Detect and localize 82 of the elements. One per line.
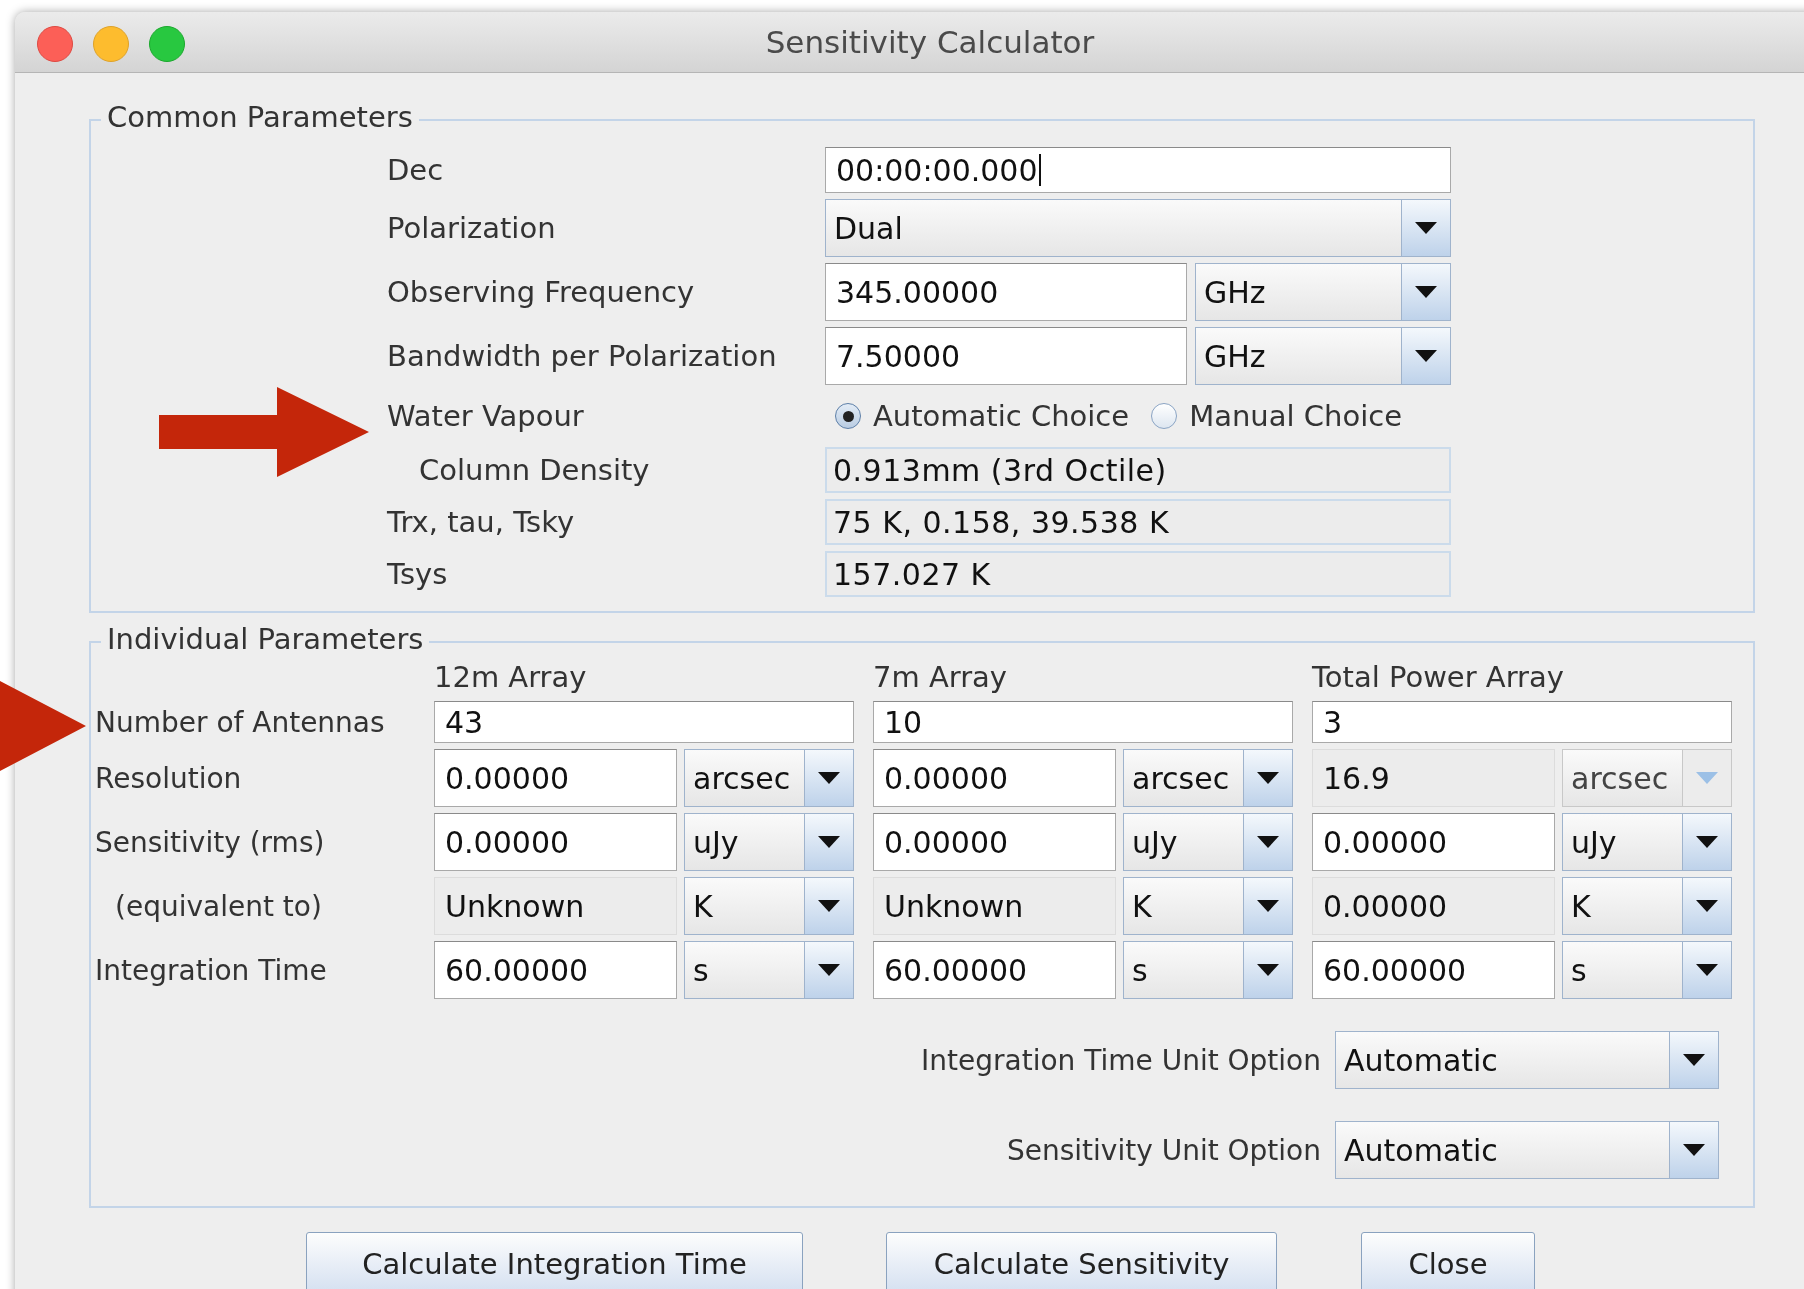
field-label: Tsys: [387, 557, 449, 591]
dropdown[interactable]: Dual: [825, 199, 1451, 257]
close-button[interactable]: [37, 26, 73, 62]
field-label: Dec: [387, 153, 445, 187]
caret-icon: [1257, 836, 1279, 848]
text-field[interactable]: 0.00000: [1312, 813, 1555, 871]
field-label: Bandwidth per Polarization: [387, 339, 778, 373]
action-button[interactable]: Calculate Sensitivity: [886, 1232, 1277, 1289]
readout-field: 0.00000: [1312, 877, 1555, 935]
zoom-button[interactable]: [149, 26, 185, 62]
caret-icon: [1683, 1054, 1705, 1066]
field-label: (equivalent to): [114, 889, 323, 923]
dropdown[interactable]: K: [684, 877, 854, 935]
field-label: Trx, tau, Tsky: [387, 505, 576, 539]
dropdown[interactable]: K: [1562, 877, 1732, 935]
radio-button[interactable]: Manual Choice: [1151, 399, 1402, 433]
dropdown[interactable]: uJy: [1562, 813, 1732, 871]
readout-field: 0.913mm (3rd Octile): [825, 447, 1451, 493]
text-field[interactable]: 0.00000: [434, 813, 677, 871]
action-button[interactable]: Close: [1361, 1232, 1535, 1289]
text-field[interactable]: 0.00000: [873, 749, 1116, 807]
dropdown[interactable]: s: [684, 941, 854, 999]
caret-icon: [1415, 286, 1437, 298]
caret-icon: [818, 772, 840, 784]
dropdown[interactable]: arcsec: [1123, 749, 1293, 807]
minimize-button[interactable]: [93, 26, 129, 62]
text-field[interactable]: 60.00000: [434, 941, 677, 999]
dropdown[interactable]: GHz: [1195, 263, 1451, 321]
text-field[interactable]: 43: [434, 701, 854, 743]
caret-icon: [1257, 772, 1279, 784]
text-field[interactable]: 345.00000: [825, 263, 1187, 321]
field-label: Number of Antennas: [95, 705, 386, 739]
text-field[interactable]: 7.50000: [825, 327, 1187, 385]
column-header: 12m Array: [434, 659, 588, 695]
dropdown[interactable]: Automatic: [1335, 1031, 1719, 1089]
dropdown[interactable]: GHz: [1195, 327, 1451, 385]
dropdown[interactable]: K: [1123, 877, 1293, 935]
caret-icon: [818, 836, 840, 848]
dropdown[interactable]: arcsec: [1562, 749, 1732, 807]
window-title: Sensitivity Calculator: [765, 24, 1095, 60]
dropdown[interactable]: uJy: [1123, 813, 1293, 871]
field-label: Polarization: [387, 211, 557, 245]
field-label: Integration Time Unit Option: [921, 1043, 1321, 1077]
radio-button[interactable]: Automatic Choice: [835, 399, 1130, 433]
dropdown[interactable]: s: [1562, 941, 1732, 999]
field-label: Resolution: [95, 761, 243, 795]
text-field[interactable]: 00:00:00.000: [825, 147, 1451, 193]
field-label: Water Vapour: [387, 399, 585, 433]
text-field[interactable]: 60.00000: [873, 941, 1116, 999]
text-field[interactable]: 0.00000: [873, 813, 1116, 871]
readout-field: 75 K, 0.158, 39.538 K: [825, 499, 1451, 545]
field-label: Integration Time: [95, 953, 328, 987]
caret-icon: [1683, 1144, 1705, 1156]
caret-icon: [818, 900, 840, 912]
text-field[interactable]: 10: [873, 701, 1293, 743]
dropdown[interactable]: arcsec: [684, 749, 854, 807]
caret-icon: [1696, 964, 1718, 976]
dropdown[interactable]: Automatic: [1335, 1121, 1719, 1179]
field-label: Observing Frequency: [387, 275, 696, 309]
readout-field: Unknown: [434, 877, 677, 935]
column-header: Total Power Array: [1312, 659, 1565, 695]
field-label: Sensitivity (rms): [95, 825, 326, 859]
caret-icon: [1696, 836, 1718, 848]
field-label: Sensitivity Unit Option: [1007, 1133, 1321, 1167]
text-field[interactable]: 0.00000: [434, 749, 677, 807]
caret-icon: [1696, 772, 1718, 784]
caret-icon: [818, 964, 840, 976]
column-header: 7m Array: [873, 659, 1009, 695]
caret-icon: [1257, 964, 1279, 976]
caret-icon: [1415, 222, 1437, 234]
dropdown[interactable]: s: [1123, 941, 1293, 999]
field-label: Column Density: [418, 453, 651, 487]
caret-icon: [1257, 900, 1279, 912]
readout-field: 16.9: [1312, 749, 1555, 807]
text-field[interactable]: 3: [1312, 701, 1732, 743]
dropdown[interactable]: uJy: [684, 813, 854, 871]
caret-icon: [1696, 900, 1718, 912]
readout-field: 157.027 K: [825, 551, 1451, 597]
action-button[interactable]: Calculate Integration Time: [306, 1232, 803, 1289]
caret-icon: [1415, 350, 1437, 362]
readout-field: Unknown: [873, 877, 1116, 935]
text-field[interactable]: 60.00000: [1312, 941, 1555, 999]
